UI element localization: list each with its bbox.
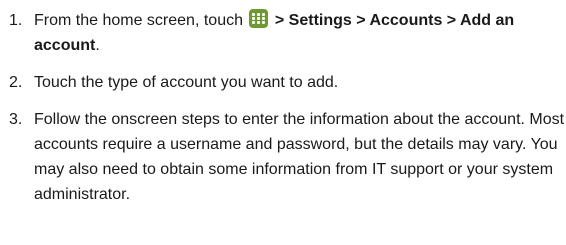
- step-1: 1. From the home screen, touch > Setting…: [0, 8, 566, 58]
- step-2: 2. Touch the type of account you want to…: [0, 70, 566, 95]
- apps-grid-icon: [249, 9, 269, 28]
- step-number: 3.: [9, 111, 23, 128]
- step-text: Touch the type of account you want to ad…: [34, 74, 339, 91]
- step-text: From the home screen, touch: [34, 12, 243, 29]
- instruction-steps: 1. From the home screen, touch > Setting…: [0, 0, 566, 207]
- step-3: 3. Follow the onscreen steps to enter th…: [0, 107, 566, 207]
- step-number: 1.: [9, 12, 23, 29]
- step-number: 2.: [9, 74, 23, 91]
- step-text: Follow the onscreen steps to enter the i…: [34, 111, 565, 203]
- step-suffix: .: [95, 37, 100, 54]
